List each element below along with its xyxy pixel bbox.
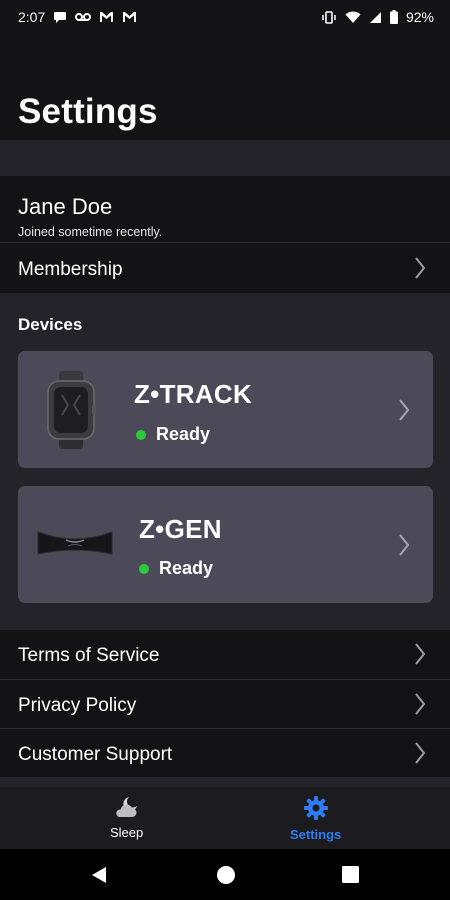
customer-support-label: Customer Support [18,744,173,765]
device-status: Ready [136,424,210,445]
device-card-ztrack[interactable]: Z•TRACK Ready [18,351,433,468]
vibrate-icon [321,10,337,24]
customer-support-row[interactable]: Customer Support [0,728,450,777]
headband-device-icon [36,526,114,565]
cloud-moon-icon [113,795,141,822]
device-name: Z•GEN [139,514,222,544]
nav-item-settings[interactable]: Settings [290,795,341,842]
status-dot-icon [139,563,149,574]
status-left: 2:07 [18,9,137,25]
device-status-label: Ready [159,558,214,578]
status-dot-icon [136,429,146,440]
nav-label-settings: Settings [290,827,342,842]
device-name: Z•TRACK [134,379,253,409]
gmail-icon [122,10,137,24]
device-status-label: Ready [156,424,211,444]
gmail-icon [99,10,114,24]
chevron-right-icon [414,692,426,721]
wifi-icon [345,10,361,24]
privacy-policy-label: Privacy Policy [18,695,137,716]
back-icon[interactable] [91,866,107,889]
privacy-policy-row[interactable]: Privacy Policy [0,679,450,728]
battery-percent: 92% [405,9,434,25]
devices-section: Devices Z•TRACK Ready Z•GEN Ready [0,293,450,630]
bottom-nav: Sleep Settings [0,787,450,849]
devices-title: Devices [18,315,83,334]
status-time: 2:07 [18,9,46,25]
membership-row[interactable]: Membership [0,242,450,293]
battery-icon [389,10,398,24]
chevron-right-icon [398,533,410,562]
nav-item-sleep[interactable]: Sleep [110,795,143,840]
chevron-right-icon [414,642,426,671]
watch-device-icon [42,371,100,454]
profile-joined-text: Joined sometime recently. [18,225,163,239]
device-status: Ready [139,558,213,579]
page-title: Settings [18,92,158,131]
section-divider [0,140,450,176]
terms-of-service-row[interactable]: Terms of Service [0,630,450,679]
chat-bubble-icon [53,10,67,24]
device-card-zgen[interactable]: Z•GEN Ready [18,486,433,603]
system-nav-bar [0,849,450,900]
status-bar: 2:07 92% [0,0,450,34]
chevron-right-icon [398,398,410,427]
membership-label: Membership [18,259,123,280]
recents-icon[interactable] [342,866,359,888]
status-right: 92% [321,9,434,25]
voicemail-icon [75,10,92,24]
nav-label-sleep: Sleep [110,825,144,840]
terms-of-service-label: Terms of Service [18,645,160,666]
section-divider [0,777,450,787]
home-icon[interactable] [215,864,237,891]
signal-icon [369,10,382,24]
profile-name: Jane Doe [18,194,113,219]
chevron-right-icon [414,741,426,770]
gear-icon [303,795,329,824]
chevron-right-icon [414,256,426,285]
profile-row[interactable]: Jane Doe Joined sometime recently. [0,176,450,242]
